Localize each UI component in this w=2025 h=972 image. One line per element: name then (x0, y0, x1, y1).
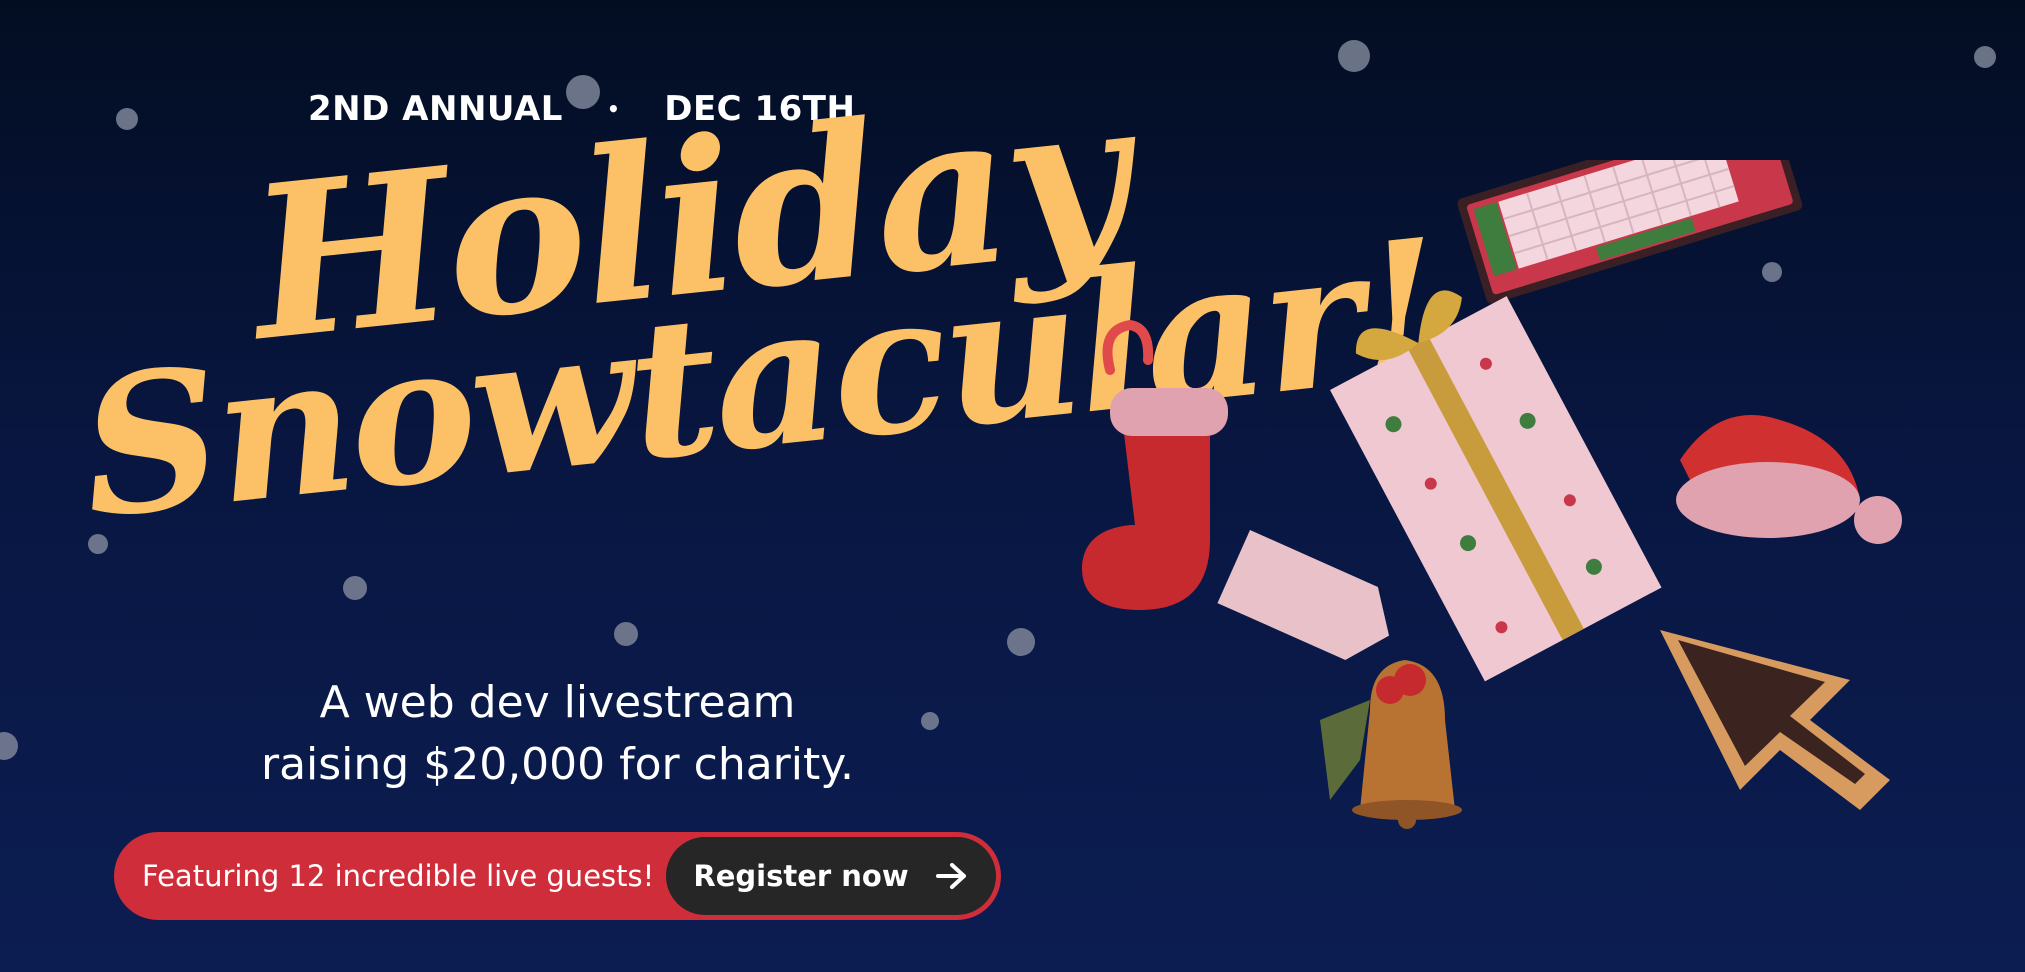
santa-hat-icon (1676, 415, 1902, 544)
bell-icon (1320, 660, 1462, 829)
snowflake (921, 712, 939, 730)
featuring-text: Featuring 12 incredible live guests! (142, 859, 655, 893)
arrow-right-icon (935, 863, 966, 889)
snowflake (1974, 46, 1996, 68)
register-button[interactable]: Register now (666, 837, 996, 915)
holiday-illustration (1081, 160, 1902, 829)
headline: Holiday Snowtacular! (72, 51, 1449, 650)
stocking-icon (1081, 319, 1228, 610)
subtitle: A web dev livestream raising $20,000 for… (230, 672, 885, 796)
snowflake (0, 732, 18, 760)
snowflake (1338, 40, 1370, 72)
snowflake (116, 108, 138, 130)
subtitle-line-2: raising $20,000 for charity. (260, 739, 854, 790)
cursor-icon (1660, 630, 1890, 810)
cta-bar: Featuring 12 incredible live guests! Reg… (114, 832, 1001, 920)
subtitle-line-1: A web dev livestream (319, 677, 796, 728)
gift-tag-icon (1217, 530, 1390, 661)
register-label: Register now (693, 859, 909, 893)
keyboard-icon (1457, 160, 1803, 304)
